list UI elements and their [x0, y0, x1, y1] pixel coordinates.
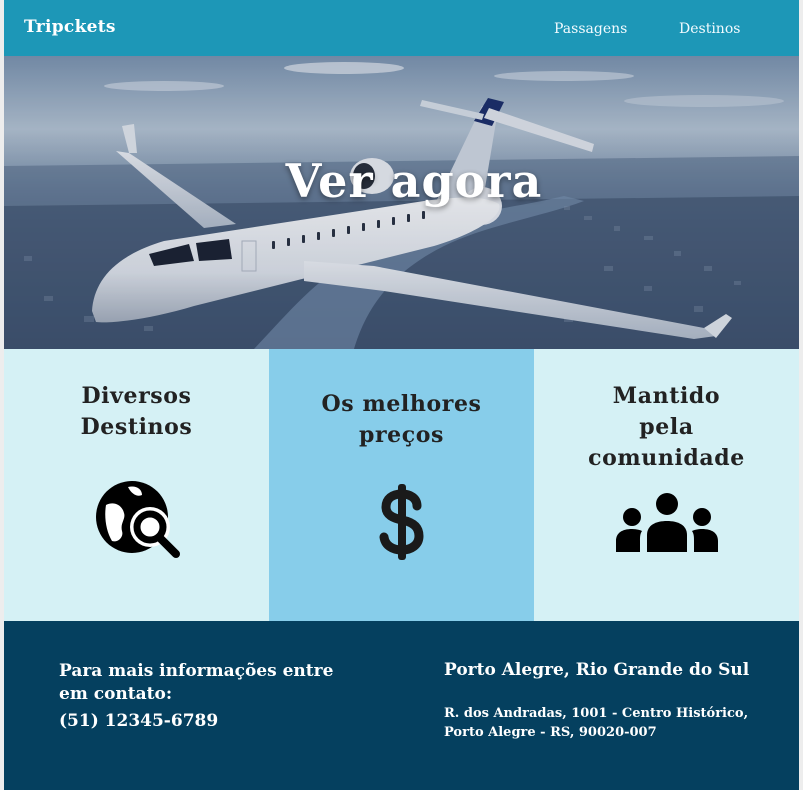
- footer: Para mais informações entre em contato: …: [4, 621, 799, 790]
- brand-logo[interactable]: Tripckets: [24, 17, 116, 37]
- contact-phone[interactable]: (51) 12345-6789: [59, 711, 218, 731]
- top-navbar: Tripckets Passagens Destinos: [4, 0, 799, 56]
- hero-banner[interactable]: Ver agora: [4, 56, 799, 349]
- feature-title: Mantido pela comunidade: [534, 381, 799, 474]
- address-text: R. dos Andradas, 1001 - Centro Histórico…: [444, 706, 749, 740]
- feature-card-prices: Os melhores preços: [269, 349, 534, 621]
- hero-title[interactable]: Ver agora: [4, 154, 799, 208]
- features-section: Diversos Destinos Os melhores preços Man…: [4, 349, 799, 621]
- page: Tripckets Passagens Destinos Ver agora D…: [4, 0, 799, 790]
- globe-search-icon: [96, 481, 180, 558]
- nav-link-destinos[interactable]: Destinos: [679, 21, 740, 37]
- people-group-icon: [616, 493, 718, 552]
- city-label: Porto Alegre, Rio Grande do Sul: [444, 660, 750, 680]
- nav-link-passagens[interactable]: Passagens: [554, 21, 627, 37]
- feature-title: Os melhores preços: [269, 389, 534, 451]
- feature-title-text: Diversos Destinos: [80, 383, 193, 440]
- feature-card-community: Mantido pela comunidade: [534, 349, 799, 621]
- feature-title-text: Mantido pela comunidade: [588, 383, 745, 471]
- dollar-sign-icon: [379, 484, 424, 560]
- contact-heading: Para mais informações entre em contato:: [59, 661, 334, 704]
- feature-title: Diversos Destinos: [4, 381, 269, 443]
- feature-card-destinations: Diversos Destinos: [4, 349, 269, 621]
- feature-title-text: Os melhores preços: [321, 391, 482, 448]
